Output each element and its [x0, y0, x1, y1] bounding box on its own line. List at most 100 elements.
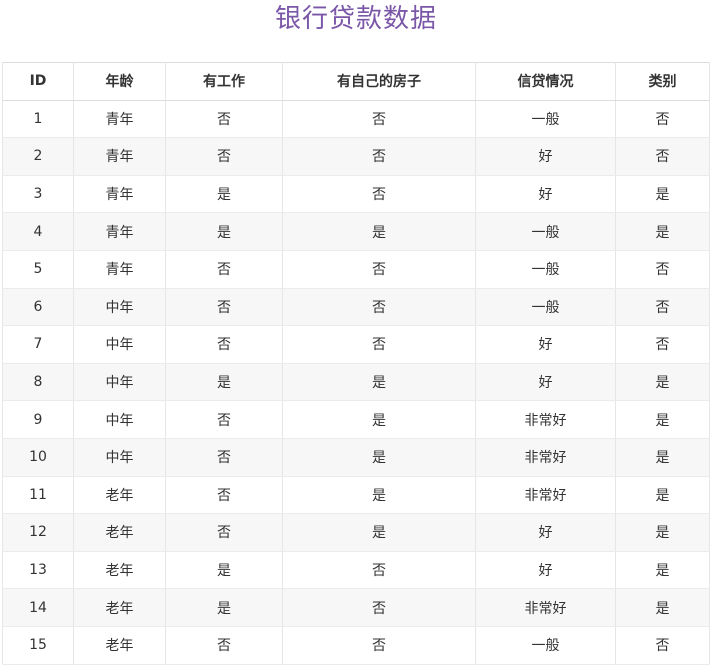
table-row: 12 老年否是好是 — [2, 513, 710, 552]
cell-has-job: 否 — [165, 325, 283, 364]
cell-id: 15 — [2, 626, 74, 665]
column-header-owns-house: 有自己的房子 — [282, 62, 476, 101]
cell-age: 老年 — [73, 626, 166, 665]
cell-id: 3 — [2, 175, 74, 214]
cell-credit: 好 — [475, 137, 616, 176]
cell-id: 9 — [2, 400, 74, 439]
cell-class: 否 — [615, 100, 710, 139]
cell-owns-house: 否 — [282, 551, 476, 590]
cell-has-job: 是 — [165, 175, 283, 214]
cell-credit: 非常好 — [475, 438, 616, 477]
cell-age: 中年 — [73, 363, 166, 402]
cell-has-job: 是 — [165, 212, 283, 251]
cell-class: 否 — [615, 626, 710, 665]
cell-credit: 好 — [475, 325, 616, 364]
cell-credit: 一般 — [475, 626, 616, 665]
cell-age: 中年 — [73, 400, 166, 439]
cell-age: 老年 — [73, 513, 166, 552]
column-header-class: 类别 — [615, 62, 710, 101]
table-row: 3 青年是否好是 — [2, 175, 710, 214]
cell-id: 12 — [2, 513, 74, 552]
table-row: 14 老年是否非常好是 — [2, 588, 710, 627]
table-row: 5 青年否否一般否 — [2, 250, 710, 289]
cell-id: 13 — [2, 551, 74, 590]
cell-id: 4 — [2, 212, 74, 251]
cell-class: 是 — [615, 588, 710, 627]
cell-id: 8 — [2, 363, 74, 402]
page-title: 银行贷款数据 — [274, 4, 437, 34]
column-header-age: 年龄 — [73, 62, 166, 101]
cell-class: 是 — [615, 175, 710, 214]
cell-credit: 一般 — [475, 100, 616, 139]
cell-class: 否 — [615, 250, 710, 289]
cell-owns-house: 否 — [282, 288, 476, 327]
cell-credit: 非常好 — [475, 588, 616, 627]
cell-has-job: 否 — [165, 100, 283, 139]
cell-owns-house: 否 — [282, 626, 476, 665]
cell-class: 是 — [615, 438, 710, 477]
table-row: 11 老年否是非常好是 — [2, 476, 710, 515]
table-row: 10 中年否是非常好是 — [2, 438, 710, 477]
cell-age: 中年 — [73, 438, 166, 477]
column-header-credit: 信贷情况 — [475, 62, 616, 101]
cell-owns-house: 是 — [282, 438, 476, 477]
cell-age: 中年 — [73, 325, 166, 364]
cell-class: 否 — [615, 325, 710, 364]
cell-class: 是 — [615, 212, 710, 251]
cell-credit: 非常好 — [475, 400, 616, 439]
cell-owns-house: 否 — [282, 137, 476, 176]
cell-credit: 一般 — [475, 212, 616, 251]
cell-age: 老年 — [73, 551, 166, 590]
column-header-id: ID — [2, 62, 74, 101]
table-row: 6 中年否否一般否 — [2, 288, 710, 327]
table-row: 9 中年否是非常好是 — [2, 400, 710, 439]
cell-has-job: 否 — [165, 250, 283, 289]
cell-has-job: 是 — [165, 363, 283, 402]
cell-id: 5 — [2, 250, 74, 289]
cell-class: 是 — [615, 363, 710, 402]
table-row: 2 青年否否好否 — [2, 137, 710, 176]
cell-id: 11 — [2, 476, 74, 515]
cell-age: 青年 — [73, 212, 166, 251]
cell-has-job: 是 — [165, 551, 283, 590]
cell-age: 老年 — [73, 588, 166, 627]
cell-age: 青年 — [73, 100, 166, 139]
cell-age: 中年 — [73, 288, 166, 327]
loan-data-table: ID 年龄 有工作 有自己的房子 信贷情况 类别 1 青年否否一般否 2 青年否否好否… — [2, 62, 710, 665]
cell-owns-house: 是 — [282, 513, 476, 552]
cell-class: 是 — [615, 513, 710, 552]
table-row: 13 老年是否好是 — [2, 551, 710, 590]
cell-class: 是 — [615, 476, 710, 515]
cell-age: 青年 — [73, 175, 166, 214]
cell-id: 1 — [2, 100, 74, 139]
cell-class: 否 — [615, 288, 710, 327]
cell-has-job: 否 — [165, 513, 283, 552]
cell-has-job: 否 — [165, 476, 283, 515]
cell-id: 14 — [2, 588, 74, 627]
table-row: 1 青年否否一般否 — [2, 100, 710, 139]
table-row: 4 青年是是一般是 — [2, 212, 710, 251]
table-row: 15 老年否否一般否 — [2, 626, 710, 665]
cell-age: 青年 — [73, 137, 166, 176]
cell-owns-house: 是 — [282, 400, 476, 439]
cell-owns-house: 否 — [282, 175, 476, 214]
cell-age: 老年 — [73, 476, 166, 515]
cell-owns-house: 否 — [282, 100, 476, 139]
cell-credit: 好 — [475, 363, 616, 402]
cell-class: 是 — [615, 551, 710, 590]
cell-id: 2 — [2, 137, 74, 176]
cell-has-job: 否 — [165, 288, 283, 327]
cell-credit: 好 — [475, 175, 616, 214]
table-body: 1 青年否否一般否 2 青年否否好否 3 青年是否好是 4 青年是是一般是 5 青年否否一般否 6 中… — [2, 100, 710, 665]
cell-credit: 好 — [475, 513, 616, 552]
cell-id: 7 — [2, 325, 74, 364]
cell-credit: 一般 — [475, 288, 616, 327]
cell-owns-house: 否 — [282, 250, 476, 289]
cell-has-job: 是 — [165, 588, 283, 627]
table-row: 7 中年否否好否 — [2, 325, 710, 364]
cell-has-job: 否 — [165, 400, 283, 439]
cell-id: 6 — [2, 288, 74, 327]
cell-credit: 一般 — [475, 250, 616, 289]
table-header-row: ID 年龄 有工作 有自己的房子 信贷情况 类别 — [2, 62, 710, 101]
cell-owns-house: 否 — [282, 588, 476, 627]
